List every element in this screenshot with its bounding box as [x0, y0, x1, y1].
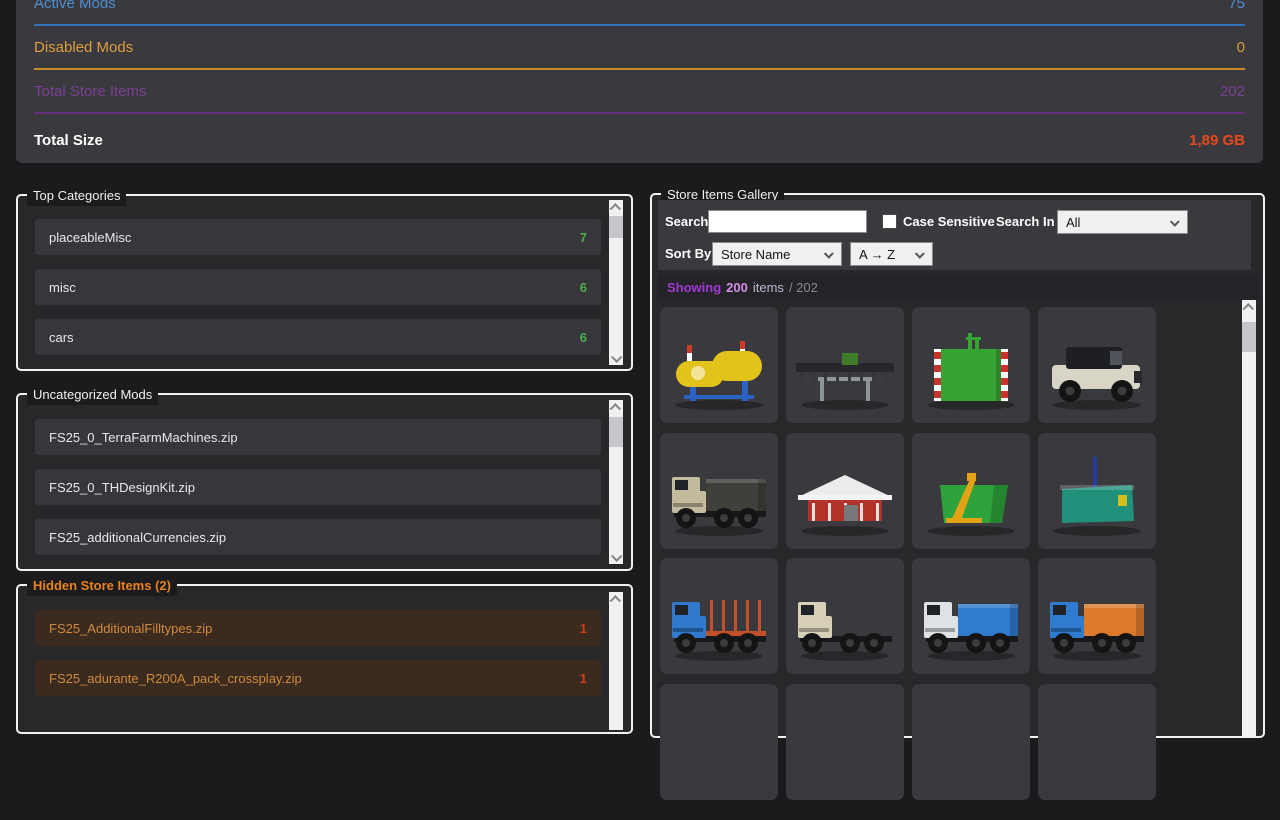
scroll-up-button[interactable] — [609, 400, 623, 415]
gallery-search-header: Search Case Sensitive Search In All Sort… — [658, 200, 1251, 270]
total-size-value: 1,89 GB — [1189, 132, 1245, 149]
store-item-tile-teal-dumpster[interactable] — [1038, 433, 1156, 549]
item-count: 6 — [580, 330, 587, 345]
chevron-down-icon — [1170, 216, 1180, 226]
total-size-label: Total Size — [34, 132, 103, 149]
chevron-down-icon — [824, 248, 834, 258]
scroll-up-button[interactable] — [609, 200, 623, 215]
item-count: 1 — [580, 671, 587, 686]
top-categories-box: Top Categories placeableMisc7misc6cars6 — [16, 194, 633, 371]
scroll-down-button[interactable] — [609, 350, 623, 365]
chevron-up-icon — [610, 595, 621, 606]
gallery-result-count: Showing 200 items / 202 — [658, 274, 1260, 300]
stat-value: 75 — [1228, 0, 1245, 12]
scroll-thumb[interactable] — [609, 216, 623, 238]
list-item[interactable]: FS25_0_TerraFarmMachines.zip — [35, 419, 601, 455]
hidden-store-items-box: Hidden Store Items (2) FS25_AdditionalFi… — [16, 584, 633, 734]
chevron-up-icon — [610, 403, 621, 414]
item-count: 1 — [580, 621, 587, 636]
list-item[interactable]: FS25_AdditionalFilltypes.zip 1 — [35, 610, 601, 646]
sort-by-value: Store Name — [721, 247, 790, 262]
stat-label: Total Store Items — [34, 83, 147, 100]
list-item[interactable]: FS25_0_THDesignKit.zip — [35, 469, 601, 505]
scroll-thumb[interactable] — [1242, 322, 1256, 352]
search-in-value: All — [1066, 215, 1080, 230]
store-item-tile-white-offroad-suv[interactable] — [1038, 307, 1156, 423]
store-items-gallery-box: Store Items Gallery Search Case Sensitiv… — [650, 193, 1265, 738]
search-in-dropdown[interactable]: All — [1057, 210, 1188, 234]
store-item-tile-partial-tile — [1038, 684, 1156, 800]
store-item-tile-red-roadside-restaurant[interactable] — [786, 433, 904, 549]
item-name: FS25_adurante_R200A_pack_crossplay.zip — [49, 671, 302, 686]
stat-label: Disabled Mods — [34, 39, 133, 56]
item-count: 6 — [580, 280, 587, 295]
item-name: FS25_0_THDesignKit.zip — [49, 480, 195, 495]
list-item[interactable]: placeableMisc 7 — [35, 219, 601, 255]
store-items-grid — [652, 300, 1236, 820]
case-sensitive-label: Case Sensitive — [903, 214, 995, 229]
stat-row: Disabled Mods 0 — [34, 26, 1245, 70]
total-size-row: Total Size 1,89 GB — [34, 114, 1245, 167]
top-categories-scrollbar[interactable] — [609, 200, 623, 365]
chevron-down-icon — [611, 550, 622, 561]
item-name: misc — [49, 280, 76, 295]
stat-value: 202 — [1220, 83, 1245, 100]
chevron-down-icon — [915, 248, 925, 258]
list-item[interactable]: cars 6 — [35, 319, 601, 355]
stats-summary-panel: Active Mods 75 Disabled Mods 0 Total Sto… — [16, 0, 1263, 163]
uncategorized-mods-box: Uncategorized Mods FS25_0_TerraFarmMachi… — [16, 393, 633, 571]
showing-count: 200 — [726, 280, 748, 295]
item-name: FS25_AdditionalFilltypes.zip — [49, 621, 212, 636]
scroll-thumb[interactable] — [609, 417, 623, 447]
store-item-tile-yellow-sprayer[interactable] — [660, 307, 778, 423]
sort-by-dropdown[interactable]: Store Name — [712, 242, 842, 266]
store-item-tile-blue-timber-truck[interactable] — [660, 558, 778, 674]
top-categories-title: Top Categories — [27, 186, 126, 206]
search-label: Search — [665, 214, 708, 229]
hidden-store-items-title: Hidden Store Items (2) — [27, 576, 177, 596]
showing-total: / 202 — [789, 280, 818, 295]
store-item-tile-green-skip-with-lift-frame[interactable] — [912, 433, 1030, 549]
item-name: cars — [49, 330, 74, 345]
scroll-down-button[interactable] — [609, 549, 623, 564]
stat-row: Active Mods 75 — [34, 0, 1245, 26]
store-item-tile-partial-tile — [912, 684, 1030, 800]
uncategorized-scrollbar[interactable] — [609, 400, 623, 564]
showing-items-word: items — [753, 280, 784, 295]
store-item-tile-dark-seeder-implement[interactable] — [786, 307, 904, 423]
store-item-tile-military-flatbed-truck[interactable] — [660, 433, 778, 549]
store-item-tile-blue-dump-truck[interactable] — [912, 558, 1030, 674]
stat-row: Total Store Items 202 — [34, 70, 1245, 114]
gallery-scrollbar[interactable] — [1242, 300, 1256, 736]
search-in-label: Search In — [996, 214, 1055, 229]
store-item-tile-beige-truck-chassis[interactable] — [786, 558, 904, 674]
store-item-tile-green-striped-container[interactable] — [912, 307, 1030, 423]
stats-rows: Active Mods 75 Disabled Mods 0 Total Sto… — [34, 0, 1245, 114]
list-item[interactable]: misc 6 — [35, 269, 601, 305]
store-item-tile-partial-tile — [786, 684, 904, 800]
uncategorized-mods-title: Uncategorized Mods — [27, 385, 158, 405]
store-item-tile-blue-truck-orange-bed[interactable] — [1038, 558, 1156, 674]
sort-direction-dropdown[interactable]: A → Z — [850, 242, 933, 266]
item-name: FS25_additionalCurrencies.zip — [49, 530, 226, 545]
hidden-items-scrollbar[interactable] — [609, 592, 623, 730]
chevron-down-icon — [611, 351, 622, 362]
sort-by-label: Sort By — [665, 246, 711, 261]
search-input[interactable] — [708, 210, 867, 233]
stat-label: Active Mods — [34, 0, 116, 12]
scroll-up-button[interactable] — [609, 592, 623, 607]
case-sensitive-checkbox[interactable] — [882, 214, 897, 229]
showing-label: Showing — [667, 280, 721, 295]
store-item-tile-partial-tile — [660, 684, 778, 800]
item-count: 7 — [580, 230, 587, 245]
stat-value: 0 — [1237, 39, 1245, 56]
chevron-up-icon — [1243, 303, 1254, 314]
list-item[interactable]: FS25_additionalCurrencies.zip — [35, 519, 601, 555]
scroll-up-button[interactable] — [1242, 300, 1256, 315]
chevron-up-icon — [610, 203, 621, 214]
item-name: placeableMisc — [49, 230, 131, 245]
list-item[interactable]: FS25_adurante_R200A_pack_crossplay.zip 1 — [35, 660, 601, 696]
item-name: FS25_0_TerraFarmMachines.zip — [49, 430, 238, 445]
sort-direction-value: A → Z — [859, 247, 895, 262]
